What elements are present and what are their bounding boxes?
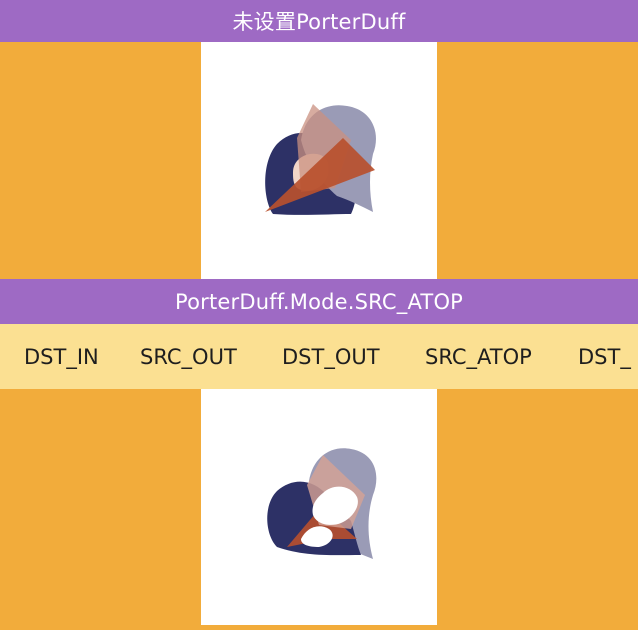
top-title-bar: 未设置PorterDuff — [0, 0, 638, 42]
unmodified-composite-image — [265, 104, 376, 215]
porterduff-composite-image — [267, 448, 377, 559]
mode-option-dst-out[interactable]: DST_OUT — [282, 324, 380, 389]
mode-option-dst-in[interactable]: DST_IN — [24, 324, 99, 389]
mode-option-src-atop[interactable]: SRC_ATOP — [425, 324, 532, 389]
mode-option-src-out[interactable]: SRC_OUT — [140, 324, 237, 389]
mode-option-dst-partial[interactable]: DST_ — [578, 324, 631, 389]
top-title: 未设置PorterDuff — [232, 10, 406, 34]
porterduff-preview-panel — [201, 389, 437, 625]
mode-title: PorterDuff.Mode.SRC_ATOP — [174, 289, 464, 314]
mode-selector-strip[interactable]: DST_IN SRC_OUT DST_OUT SRC_ATOP DST_ — [0, 324, 638, 389]
mode-title-bar: PorterDuff.Mode.SRC_ATOP — [0, 279, 638, 324]
unmodified-preview-panel — [201, 42, 437, 279]
